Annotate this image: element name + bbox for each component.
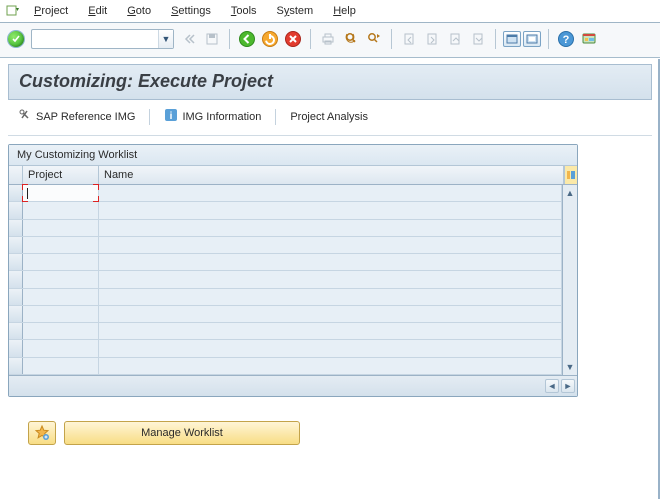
star-plus-icon: [34, 425, 50, 441]
grid-header-selector[interactable]: [9, 166, 23, 184]
exit-icon[interactable]: [260, 29, 280, 49]
table-row[interactable]: [9, 271, 562, 288]
application-toolbar: SAP Reference IMG i IMG Information Proj…: [8, 100, 652, 136]
grid-rows: [9, 185, 562, 375]
sap-reference-img-button[interactable]: SAP Reference IMG: [12, 106, 141, 127]
grid-header-name[interactable]: Name: [99, 166, 564, 184]
expand-collapse-icon[interactable]: [179, 29, 199, 49]
manage-worklist-label: Manage Worklist: [141, 427, 223, 439]
help-icon[interactable]: ?: [556, 29, 576, 49]
img-information-button[interactable]: i IMG Information: [158, 106, 267, 127]
command-history-dropdown[interactable]: ▼: [158, 30, 173, 48]
menu-bar: Project Edit Goto Settings Tools System …: [0, 0, 660, 23]
toolbar-separator: [310, 29, 311, 49]
grid-header: Project Name: [9, 166, 577, 185]
tools-icon: [18, 108, 32, 125]
save-icon[interactable]: [202, 29, 222, 49]
table-row[interactable]: [9, 237, 562, 254]
table-row[interactable]: [9, 289, 562, 306]
scroll-down-icon[interactable]: ▼: [566, 362, 575, 372]
page-title-bar: Customizing: Execute Project: [8, 64, 652, 100]
cell-project[interactable]: [23, 185, 99, 201]
sap-reference-img-label: SAP Reference IMG: [36, 111, 135, 123]
row-selector[interactable]: [9, 185, 23, 201]
page-title: Customizing: Execute Project: [19, 71, 273, 91]
customize-local-layout-icon[interactable]: [579, 29, 599, 49]
menu-edit[interactable]: Edit: [82, 3, 113, 19]
find-icon[interactable]: [341, 29, 361, 49]
svg-text:?: ?: [563, 34, 570, 46]
grid-body: ▲ ▼: [9, 185, 577, 375]
project-analysis-label: Project Analysis: [290, 111, 368, 123]
table-row[interactable]: [9, 340, 562, 357]
grid-footer: ◄ ►: [9, 375, 577, 396]
add-favorite-button[interactable]: [28, 421, 56, 445]
last-page-icon[interactable]: [468, 29, 488, 49]
print-icon[interactable]: [318, 29, 338, 49]
menu-project[interactable]: Project: [28, 3, 74, 19]
toolbar-separator: [495, 29, 496, 49]
table-row[interactable]: [9, 220, 562, 237]
worklist-panel-title: My Customizing Worklist: [9, 145, 577, 166]
scroll-right-icon[interactable]: ►: [561, 379, 575, 393]
column-config-icon[interactable]: [564, 166, 577, 184]
table-row[interactable]: [9, 306, 562, 323]
prev-page-icon[interactable]: [422, 29, 442, 49]
scroll-up-icon[interactable]: ▲: [566, 188, 575, 198]
project-analysis-button[interactable]: Project Analysis: [284, 109, 374, 125]
app-separator: [275, 109, 276, 125]
toolbar-separator: [391, 29, 392, 49]
cancel-icon[interactable]: [283, 29, 303, 49]
menu-tools[interactable]: Tools: [225, 3, 263, 19]
worklist-panel: My Customizing Worklist Project Name: [8, 144, 578, 397]
scroll-left-icon[interactable]: ◄: [545, 379, 559, 393]
back-icon[interactable]: [237, 29, 257, 49]
app-separator: [149, 109, 150, 125]
manage-worklist-button[interactable]: Manage Worklist: [64, 421, 300, 445]
menu-system[interactable]: System: [271, 3, 320, 19]
below-panel-actions: Manage Worklist: [28, 421, 652, 445]
find-next-icon[interactable]: [364, 29, 384, 49]
table-row[interactable]: [9, 185, 562, 202]
menu-settings[interactable]: Settings: [165, 3, 217, 19]
command-field-wrap: ▼: [31, 29, 174, 49]
generate-shortcut-icon[interactable]: [523, 31, 541, 47]
next-page-icon[interactable]: [445, 29, 465, 49]
img-information-label: IMG Information: [182, 111, 261, 123]
toolbar-separator: [548, 29, 549, 49]
table-row[interactable]: [9, 358, 562, 375]
table-row[interactable]: [9, 254, 562, 271]
menu-dropdown-icon[interactable]: [6, 4, 20, 18]
new-session-icon[interactable]: [503, 31, 521, 47]
command-field[interactable]: [32, 30, 158, 48]
svg-text:i: i: [170, 111, 173, 122]
cell-name[interactable]: [99, 185, 562, 201]
enter-button[interactable]: [8, 31, 24, 47]
menu-goto[interactable]: Goto: [121, 3, 157, 19]
info-icon: i: [164, 108, 178, 125]
table-row[interactable]: [9, 202, 562, 219]
toolbar-separator: [229, 29, 230, 49]
first-page-icon[interactable]: [399, 29, 419, 49]
vertical-scrollbar[interactable]: ▲ ▼: [562, 185, 577, 375]
menu-help[interactable]: Help: [327, 3, 362, 19]
content-area: My Customizing Worklist Project Name: [8, 144, 652, 445]
table-row[interactable]: [9, 323, 562, 340]
standard-toolbar: ▼ ?: [0, 23, 660, 58]
grid-header-project[interactable]: Project: [23, 166, 99, 184]
worklist-grid: Project Name: [9, 166, 577, 396]
